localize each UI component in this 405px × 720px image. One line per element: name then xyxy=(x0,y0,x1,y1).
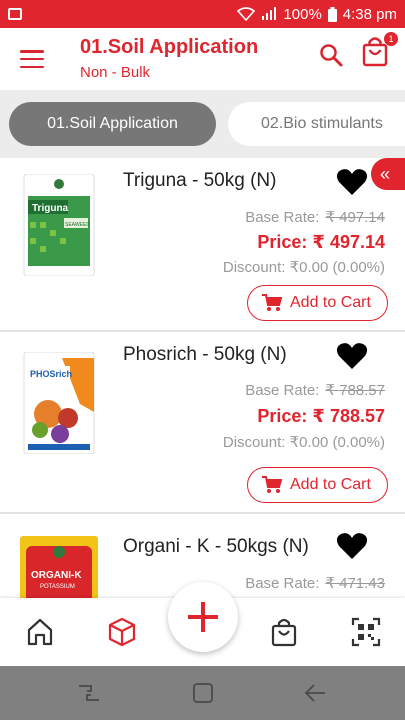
category-tabs: 01.Soil Application 02.Bio stimulants xyxy=(0,90,405,158)
back-arrow-icon[interactable] xyxy=(303,682,327,704)
add-to-cart-label: Add to Cart xyxy=(290,294,371,311)
price: Price: ₹ 497.14 xyxy=(257,232,385,252)
triguna-product-image: Triguna SEAWEED xyxy=(23,174,95,276)
product-card: PHOSrich Phosrich - 50kg (N) Base Rate: ₹… xyxy=(0,332,405,512)
add-to-cart-label: Add to Cart xyxy=(290,476,371,493)
cart-icon xyxy=(262,294,282,311)
products-box-icon[interactable] xyxy=(106,616,138,648)
cart-count-badge: 1 xyxy=(384,32,398,46)
product-name: Phosrich - 50kg (N) xyxy=(123,344,287,365)
wifi-icon xyxy=(237,7,256,21)
page-title: 01.Soil Application xyxy=(80,36,259,58)
discount: Discount: ₹0.00 (0.00%) xyxy=(222,259,385,276)
add-fab-button[interactable] xyxy=(168,582,238,652)
base-rate-value: ₹ 471.43 xyxy=(325,575,385,592)
base-rate-value: ₹ 497.14 xyxy=(325,209,385,226)
tab-soil-application[interactable]: 01.Soil Application xyxy=(9,102,216,146)
product-card: Triguna SEAWEED Triguna - 50kg (N) Base … xyxy=(0,158,405,330)
organi-k-image-text: ORGANI-K xyxy=(31,570,82,581)
hamburger-menu-icon[interactable] xyxy=(20,50,44,68)
base-rate-value: ₹ 788.57 xyxy=(325,382,385,399)
base-rate-label: Base Rate: xyxy=(245,575,320,592)
qr-code-icon[interactable] xyxy=(350,616,382,648)
double-chevron-left-icon: « xyxy=(380,163,391,184)
cart-icon xyxy=(262,476,282,493)
gallery-notification-icon xyxy=(8,8,22,20)
plus-icon xyxy=(188,602,218,632)
add-to-cart-button[interactable]: Add to Cart xyxy=(247,285,388,321)
triguna-image-subtext: SEAWEED xyxy=(65,222,90,228)
base-rate-label: Base Rate: xyxy=(245,209,320,226)
app-header: 01.Soil Application Non - Bulk 1 xyxy=(0,28,405,90)
home-square-icon[interactable] xyxy=(191,682,215,704)
heart-icon[interactable] xyxy=(336,168,368,196)
page-subtitle: Non - Bulk xyxy=(80,64,151,81)
heart-icon[interactable] xyxy=(336,342,368,370)
clock: 4:38 pm xyxy=(342,5,397,23)
battery-icon xyxy=(327,6,337,22)
add-to-cart-button[interactable]: Add to Cart xyxy=(247,467,388,503)
signal-icon xyxy=(262,7,277,20)
triguna-image-text: Triguna xyxy=(32,203,69,214)
recent-apps-icon[interactable] xyxy=(77,682,101,704)
base-rate: Base Rate: ₹ 497.14 xyxy=(245,208,385,226)
organi-k-image-subtext: POTASSIUM xyxy=(40,584,75,590)
product-name: Organi - K - 50kgs (N) xyxy=(123,536,309,557)
heart-icon[interactable] xyxy=(336,532,368,560)
shopping-bag-icon[interactable] xyxy=(268,616,300,648)
product-name: Triguna - 50kg (N) xyxy=(123,170,277,191)
base-rate: Base Rate: ₹ 788.57 xyxy=(245,381,385,399)
collapse-panel-button[interactable]: « xyxy=(371,158,405,190)
base-rate: Base Rate: ₹ 471.43 xyxy=(245,574,385,592)
search-icon[interactable] xyxy=(318,42,344,68)
battery-percent: 100% xyxy=(283,5,322,23)
system-navigation-bar xyxy=(0,666,405,720)
organi-k-product-image: ORGANI-K POTASSIUM xyxy=(20,536,98,598)
base-rate-label: Base Rate: xyxy=(245,382,320,399)
price: Price: ₹ 788.57 xyxy=(257,406,385,426)
home-icon[interactable] xyxy=(24,616,56,648)
phosrich-product-image: PHOSrich xyxy=(23,352,95,454)
phosrich-image-text: PHOSrich xyxy=(30,369,72,379)
discount: Discount: ₹0.00 (0.00%) xyxy=(222,434,385,451)
status-bar: 100% 4:38 pm xyxy=(0,0,405,28)
tab-bio-stimulants[interactable]: 02.Bio stimulants xyxy=(228,102,405,146)
product-list: Triguna SEAWEED Triguna - 50kg (N) Base … xyxy=(0,158,405,598)
